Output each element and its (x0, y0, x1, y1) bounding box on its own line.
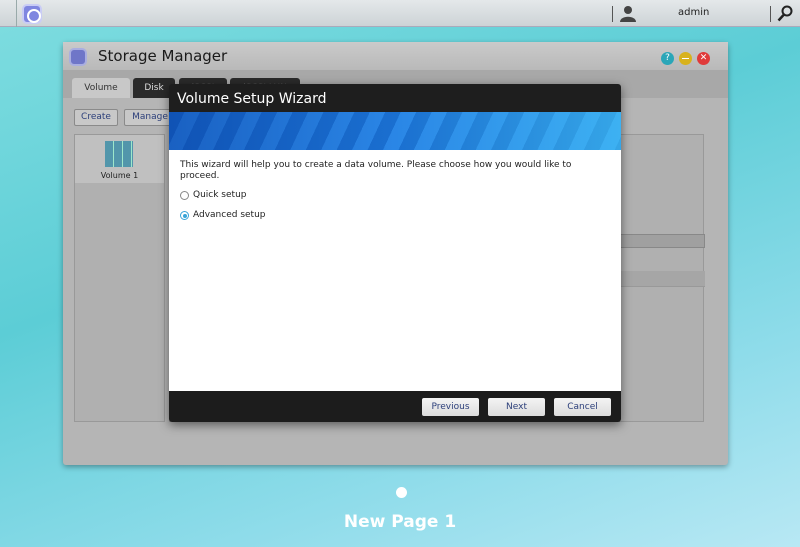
volume-label: Volume 1 (100, 171, 139, 180)
divider (612, 6, 613, 22)
page-label: New Page 1 (343, 512, 457, 532)
usage-bar (620, 234, 705, 248)
cube-icon (105, 141, 133, 167)
username-label[interactable]: admin (678, 7, 709, 18)
window-title: Storage Manager (98, 47, 228, 65)
cancel-button[interactable]: Cancel (554, 398, 611, 416)
search-icon[interactable] (777, 5, 793, 22)
top-bar: admin (0, 0, 800, 27)
previous-button[interactable]: Previous (422, 398, 479, 416)
advanced-setup-label: Advanced setup (193, 210, 266, 220)
quick-setup-label: Quick setup (193, 190, 247, 200)
volume-list: Volume 1 (74, 134, 165, 422)
create-button[interactable]: Create (74, 109, 118, 126)
quick-setup-radio[interactable] (180, 191, 189, 200)
user-icon[interactable] (620, 5, 636, 22)
page-indicator-dot[interactable] (396, 487, 407, 498)
volume-item[interactable]: Volume 1 (75, 135, 164, 183)
dialog-body: This wizard will help you to create a da… (169, 150, 621, 391)
volume-setup-wizard-dialog: Volume Setup Wizard This wizard will hel… (169, 84, 621, 422)
advanced-setup-radio[interactable] (180, 211, 189, 220)
divider (770, 6, 771, 22)
wizard-intro-text: This wizard will help you to create a da… (180, 160, 572, 181)
close-button[interactable]: ✕ (697, 52, 710, 65)
window-titlebar[interactable]: Storage Manager ? ✕ (63, 42, 728, 70)
dialog-title: Volume Setup Wizard (169, 84, 621, 112)
tab-volume[interactable]: Volume (72, 78, 130, 98)
storage-manager-icon (69, 48, 87, 66)
storage-manager-icon[interactable] (22, 4, 42, 24)
divider (16, 0, 17, 27)
dialog-footer: Previous Next Cancel (169, 391, 621, 422)
table-header (620, 271, 705, 287)
help-button[interactable]: ? (661, 52, 674, 65)
minimize-button[interactable] (679, 52, 692, 65)
wizard-banner (169, 112, 621, 150)
next-button[interactable]: Next (488, 398, 545, 416)
